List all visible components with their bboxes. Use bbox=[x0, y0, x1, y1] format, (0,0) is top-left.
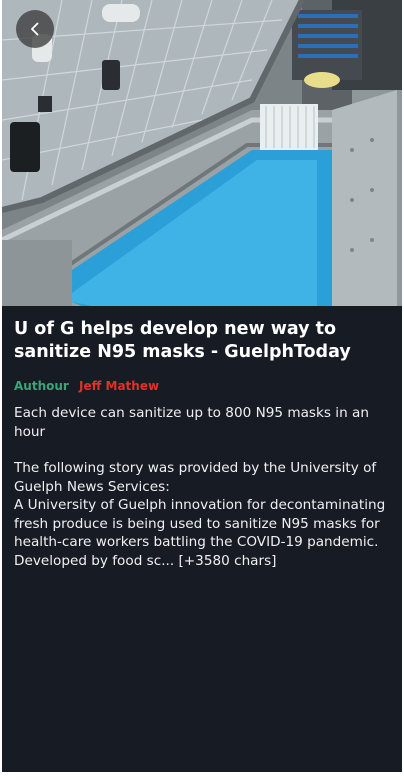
article-content: U of G helps develop new way to sanitize… bbox=[14, 318, 390, 570]
article-body: The following story was provided by the … bbox=[14, 459, 390, 570]
article-screen: U of G helps develop new way to sanitize… bbox=[2, 0, 402, 772]
article-hero-image bbox=[2, 0, 402, 306]
article-body-paragraph: Developed by food sc... [+3580 chars] bbox=[14, 552, 277, 569]
article-body-paragraph: A University of Guelph innovation for de… bbox=[14, 497, 386, 550]
author-label: Authour bbox=[14, 379, 69, 393]
back-button[interactable] bbox=[16, 10, 54, 48]
article-author-line: Authour Jeff Mathew bbox=[14, 378, 390, 394]
sanitizer-machine-photo bbox=[2, 0, 402, 306]
article-title: U of G helps develop new way to sanitize… bbox=[14, 319, 351, 362]
author-name[interactable]: Jeff Mathew bbox=[79, 379, 159, 393]
chevron-left-icon bbox=[31, 22, 39, 36]
article-summary: Each device can sanitize up to 800 N95 m… bbox=[14, 405, 369, 440]
article-body-paragraph: The following story was provided by the … bbox=[14, 460, 377, 495]
